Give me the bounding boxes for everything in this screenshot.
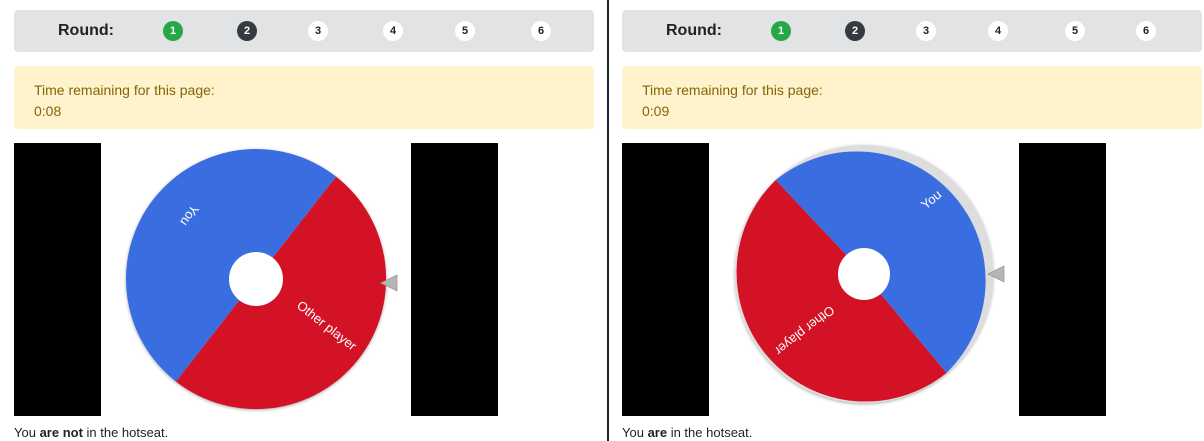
timer-value: 0:08 xyxy=(34,103,62,119)
timer-label: Time remaining for this page: xyxy=(34,82,215,98)
right-panel: Round: 1 2 3 4 5 6 Time remaining for th… xyxy=(622,0,1204,441)
left-black-bar xyxy=(14,143,101,416)
round-1-badge: 1 xyxy=(163,21,183,41)
status-emphasis: are not xyxy=(39,425,83,440)
round-2-badge: 2 xyxy=(845,21,865,41)
status-suffix: in the hotseat. xyxy=(667,425,753,440)
status-suffix: in the hotseat. xyxy=(82,425,169,440)
timer-alert: Time remaining for this page: 0:08 xyxy=(14,66,594,129)
status-emphasis: are xyxy=(647,425,668,440)
hotseat-status: You are in the hotseat. xyxy=(622,425,752,440)
round-label: Round: xyxy=(58,22,114,39)
wheel-hub xyxy=(838,248,890,300)
timer-alert: Time remaining for this page: 0:09 xyxy=(622,66,1202,129)
round-5-badge: 5 xyxy=(455,21,475,41)
round-label: Round: xyxy=(666,22,722,39)
wheel-stage: You Other player xyxy=(14,143,498,416)
wheel-stage: You Other player xyxy=(622,143,1106,416)
round-4-badge: 4 xyxy=(383,21,403,41)
round-6-badge: 6 xyxy=(1136,21,1156,41)
spin-wheel: You Other player xyxy=(125,149,398,410)
spin-wheel: You Other player xyxy=(735,145,1005,403)
round-progress-bar: Round: 1 2 3 4 5 6 xyxy=(14,10,594,52)
wheel-hub xyxy=(229,252,283,306)
right-black-bar xyxy=(1019,143,1106,416)
round-6-badge: 6 xyxy=(531,21,551,41)
status-prefix: You xyxy=(14,425,40,440)
round-2-badge: 2 xyxy=(237,21,257,41)
round-3-badge: 3 xyxy=(308,21,328,41)
round-progress-bar: Round: 1 2 3 4 5 6 xyxy=(622,10,1202,52)
round-3-badge: 3 xyxy=(916,21,936,41)
status-prefix: You xyxy=(622,425,648,440)
timer-value: 0:09 xyxy=(642,103,670,119)
hotseat-status: You are not in the hotseat. xyxy=(14,425,168,440)
round-5-badge: 5 xyxy=(1065,21,1085,41)
round-4-badge: 4 xyxy=(988,21,1008,41)
right-black-bar xyxy=(411,143,498,416)
left-panel: Round: 1 2 3 4 5 6 Time remaining for th… xyxy=(14,0,596,441)
timer-label: Time remaining for this page: xyxy=(642,82,823,98)
round-1-badge: 1 xyxy=(771,21,791,41)
panel-divider xyxy=(607,0,609,441)
left-black-bar xyxy=(622,143,709,416)
